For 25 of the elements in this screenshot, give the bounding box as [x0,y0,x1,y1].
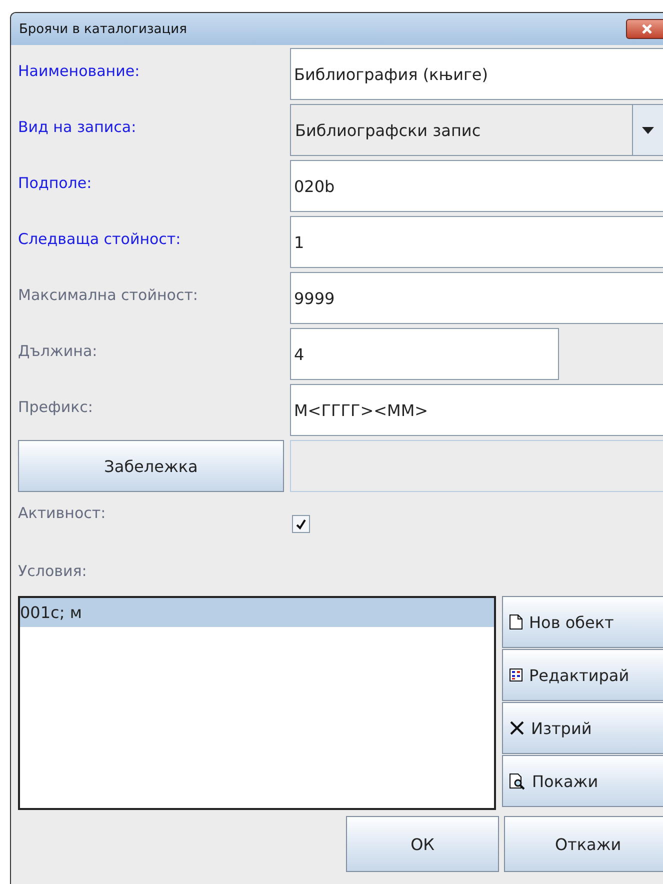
field-label: Дължина: [18,341,98,360]
field-label: Префикс: [18,397,94,416]
input-field[interactable]: 4 [290,328,559,380]
field-label: Активност: [18,504,107,522]
input-field[interactable]: 020b [290,160,663,212]
field-label: Следваща стойност: [18,229,182,248]
field-label: Вид на записа: [18,117,138,136]
input-field[interactable]: Библиография (књиге) [290,48,663,100]
side-button[interactable]: Нов обект [502,596,663,648]
side-button[interactable]: Изтрий [502,702,663,754]
field-label: Максимална стойност: [18,285,199,304]
list-item[interactable]: 001c; м [20,598,494,627]
dialog-button[interactable]: Откажи [504,816,663,872]
window-title: Броячи в каталогизация [19,22,187,36]
record-type-dropdown[interactable]: Библиографски запис [290,104,663,156]
field-label: Наименование: [18,61,141,80]
field-label: Подполе: [18,173,93,192]
side-button[interactable]: Покажи [502,755,663,807]
side-button[interactable]: Редактирай [502,649,663,701]
field-label: Условия: [18,561,88,580]
note-button[interactable]: Забележка [18,440,284,492]
input-field[interactable]: 1 [290,216,663,268]
dialog-button[interactable]: ОК [346,816,500,872]
input-field[interactable]: 9999 [290,272,663,324]
input-field[interactable]: М<ГГГГ><ММ> [290,384,663,436]
